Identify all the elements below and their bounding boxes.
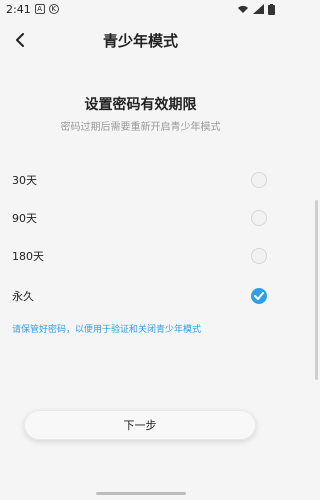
option-label: 180天: [12, 250, 44, 263]
scrollbar[interactable]: [315, 200, 318, 380]
status-left: 2:41 A K: [0, 3, 59, 16]
next-button[interactable]: 下一步: [24, 410, 256, 440]
status-bar: 2:41 A K: [0, 0, 281, 18]
back-button[interactable]: [8, 28, 32, 52]
option-180-days[interactable]: 180天: [0, 240, 281, 272]
signal-icon: [253, 4, 264, 14]
section-heading: 设置密码有效期限: [84, 97, 197, 113]
status-time: 2:41: [6, 2, 31, 16]
radio-checked[interactable]: [251, 288, 267, 304]
wifi-icon: [238, 5, 248, 13]
option-permanent[interactable]: 永久: [0, 280, 281, 312]
option-label: 30天: [12, 174, 37, 187]
radio-unchecked[interactable]: [251, 210, 267, 226]
navigation-bar: [0, 486, 281, 500]
radio-unchecked[interactable]: [251, 248, 267, 264]
status-right: [237, 3, 281, 15]
page-title: 青少年模式: [102, 31, 178, 50]
option-90-days[interactable]: 90天: [0, 202, 281, 234]
notification-a-icon: A: [34, 4, 45, 14]
checkmark-icon: [254, 292, 264, 300]
option-label: 永久: [12, 290, 34, 303]
back-chevron-icon: [16, 33, 24, 47]
battery-icon: [268, 3, 275, 15]
option-label: 90天: [12, 212, 37, 225]
top-bar: 青少年模式: [0, 18, 281, 62]
home-indicator[interactable]: [95, 491, 186, 495]
notification-k-icon: K: [48, 4, 59, 14]
option-30-days[interactable]: 30天: [0, 164, 281, 196]
password-notice: 请保管好密码，以便用于验证和关闭青少年模式: [12, 325, 202, 335]
section-subheading: 密码过期后需要重新开启青少年模式: [60, 122, 221, 133]
radio-unchecked[interactable]: [251, 172, 267, 188]
